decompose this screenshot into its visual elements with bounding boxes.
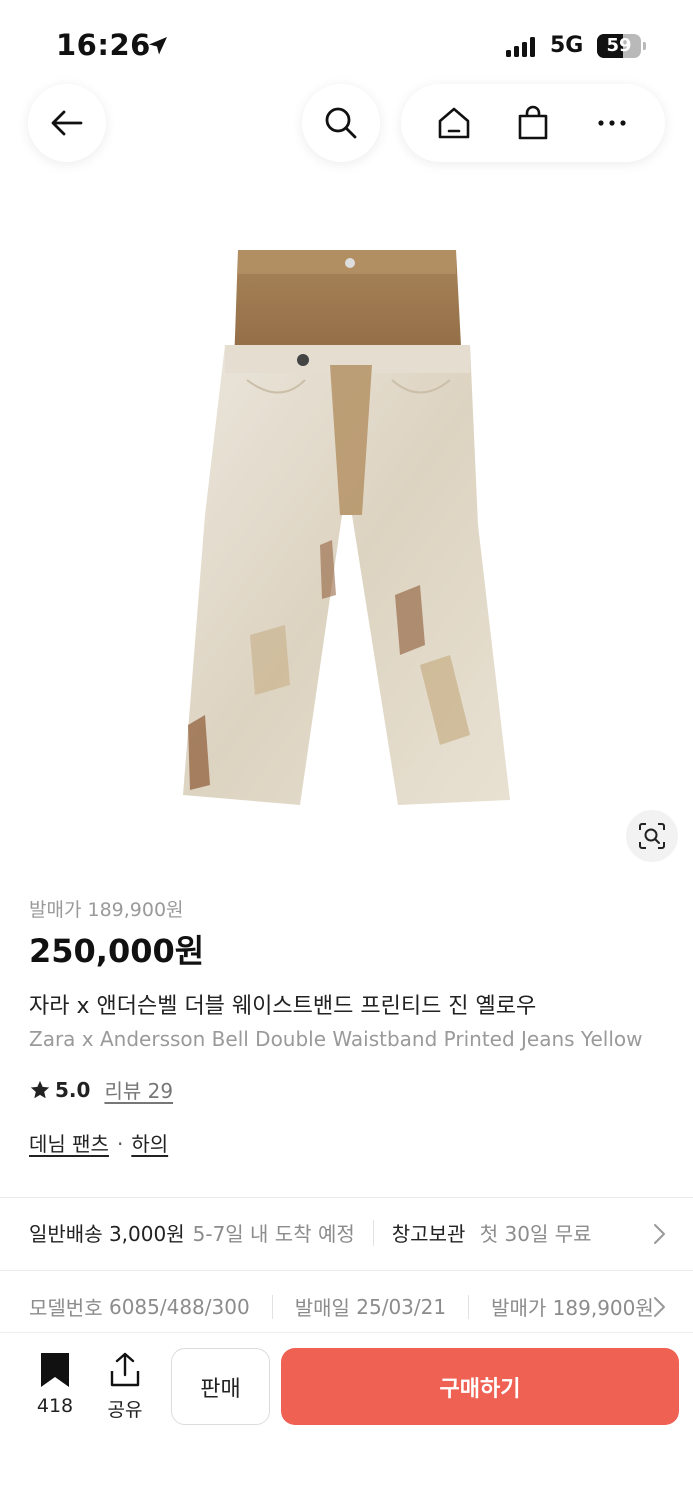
chevron-right-icon[interactable] — [650, 1223, 668, 1245]
location-arrow-icon — [149, 37, 167, 55]
standard-delivery-eta: 5-7일 내 도착 예정 — [192, 1222, 355, 1246]
rating-score: 5.0 — [55, 1077, 91, 1102]
release-price-value: 189,900원 — [552, 1296, 654, 1320]
review-link[interactable]: 리뷰 29 — [104, 1075, 173, 1104]
back-arrow-icon — [51, 110, 83, 136]
search-button[interactable] — [302, 84, 380, 162]
cart-button[interactable] — [513, 103, 553, 143]
bottom-action-bar: 418 공유 판매 구매하기 — [0, 1332, 693, 1500]
release-date-value: 25/03/21 — [356, 1294, 447, 1319]
sell-button[interactable]: 판매 — [171, 1348, 270, 1425]
battery-icon: 59 — [597, 34, 646, 58]
image-search-button[interactable] — [626, 810, 678, 862]
bookmark-button[interactable]: 418 — [33, 1351, 77, 1417]
share-label: 공유 — [107, 1399, 143, 1421]
star-icon — [30, 1080, 50, 1098]
battery-level: 59 — [606, 35, 632, 56]
category-link-denim-pants[interactable]: 데님 팬츠 — [29, 1132, 109, 1156]
release-date-label: 발매일 — [294, 1296, 350, 1320]
category-breadcrumb: 데님 팬츠 · 하의 — [29, 1128, 168, 1157]
bookmark-icon — [41, 1353, 69, 1387]
signal-icon — [506, 37, 535, 57]
more-button[interactable] — [592, 103, 632, 143]
chevron-right-icon[interactable] — [650, 1296, 668, 1318]
share-button[interactable]: 공유 — [100, 1351, 150, 1422]
search-icon — [325, 107, 357, 139]
share-icon — [110, 1352, 140, 1387]
model-number-value: 6085/488/300 — [108, 1294, 250, 1319]
storage-label: 창고보관 — [391, 1222, 466, 1246]
back-button[interactable] — [28, 84, 106, 162]
divider — [0, 1270, 693, 1271]
model-number-label: 모델번호 — [29, 1296, 103, 1320]
spec-row[interactable]: 모델번호 6085/488/300 발매일 25/03/21 발매가 189,9… — [29, 1292, 659, 1321]
release-price-line: 발매가 189,900원 — [29, 899, 184, 921]
buy-button[interactable]: 구매하기 — [281, 1348, 679, 1425]
nav-action-group — [401, 84, 665, 162]
category-link-bottoms[interactable]: 하의 — [131, 1132, 168, 1156]
bookmark-count: 418 — [36, 1395, 74, 1417]
rating-row: 5.0 리뷰 29 — [29, 1075, 173, 1104]
warehouse-storage: 창고보관 첫 30일 무료 — [392, 1218, 602, 1247]
storage-note: 첫 30일 무료 — [479, 1222, 592, 1246]
divider — [0, 1197, 693, 1198]
home-icon — [439, 107, 470, 139]
product-title-ko: 자라 x 앤더슨벨 더블 웨이스트밴드 프린티드 진 옐로우 — [29, 994, 537, 1019]
more-icon — [598, 120, 626, 126]
current-price: 250,000원 — [29, 932, 205, 970]
status-time: 16:26 — [56, 28, 151, 62]
category-separator: · — [116, 1132, 124, 1156]
network-label: 5G — [550, 33, 584, 58]
shopping-bag-icon — [518, 105, 548, 140]
standard-delivery-label: 일반배송 3,000원 — [29, 1222, 185, 1246]
home-button[interactable] — [434, 103, 474, 143]
lens-search-icon — [639, 823, 665, 849]
status-bar: 16:26 5G 59 — [0, 0, 693, 90]
product-image[interactable] — [0, 215, 693, 835]
release-price-label: 발매가 — [491, 1296, 547, 1320]
product-title-en: Zara x Andersson Bell Double Waistband P… — [29, 1027, 643, 1051]
delivery-row[interactable]: 일반배송 3,000원 5-7일 내 도착 예정 창고보관 첫 30일 무료 — [29, 1218, 669, 1247]
